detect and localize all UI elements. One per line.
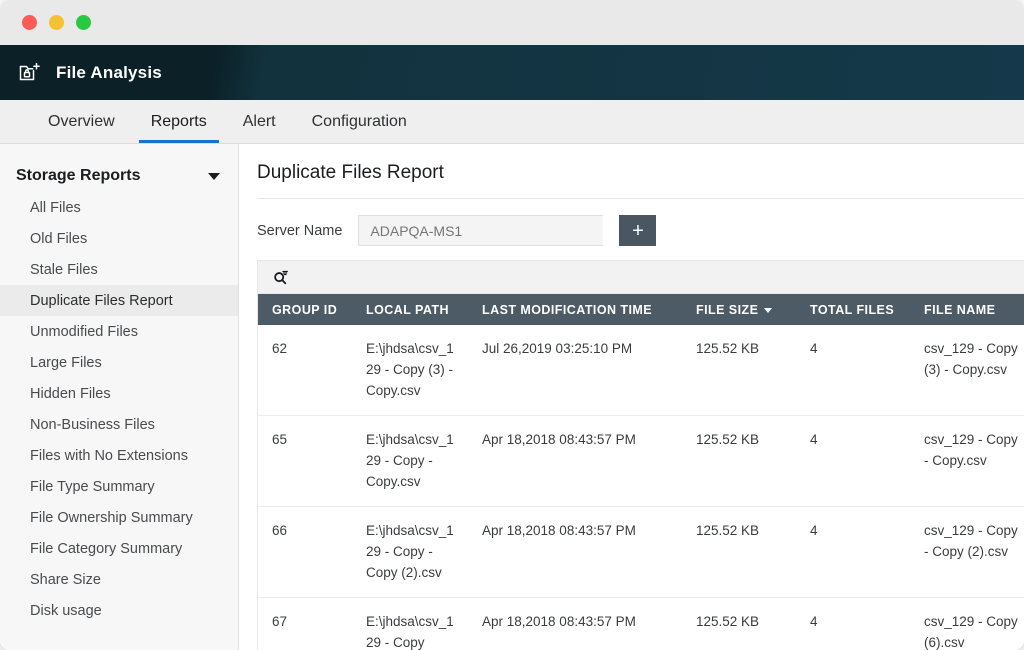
cell-group-id: 62 — [258, 325, 352, 416]
sidebar-item-file-category-summary[interactable]: File Category Summary — [0, 533, 238, 564]
sidebar-item-all-files[interactable]: All Files — [0, 192, 238, 223]
tab-alert[interactable]: Alert — [225, 100, 294, 143]
sidebar-item-duplicate-files-report[interactable]: Duplicate Files Report — [0, 285, 238, 316]
page-title: Duplicate Files Report — [257, 162, 1024, 198]
column-header-group-id[interactable]: GROUP ID — [258, 294, 352, 325]
duplicate-files-table: GROUP ID LOCAL PATH LAST MODIFICATION TI… — [258, 294, 1024, 650]
cell-file-name: csv_129 - Copy (3) - Copy.csv — [910, 325, 1024, 416]
cell-last-modification-time: Apr 18,2018 08:43:57 PM — [468, 507, 682, 598]
sidebar-group-label: Storage Reports — [16, 167, 140, 185]
cell-file-size: 125.52 KB — [682, 507, 796, 598]
table-row[interactable]: 66 E:\jhdsa\csv_129 - Copy - Copy (2).cs… — [258, 507, 1024, 598]
sidebar: Storage Reports All Files Old Files Stal… — [0, 144, 239, 650]
maximize-window-button[interactable] — [76, 15, 91, 30]
table-row[interactable]: 67 E:\jhdsa\csv_129 - Copy (6).csv Apr 1… — [258, 598, 1024, 650]
report-table-container: GROUP ID LOCAL PATH LAST MODIFICATION TI… — [257, 260, 1024, 650]
sidebar-group-storage-reports[interactable]: Storage Reports — [0, 160, 238, 192]
cell-local-path: E:\jhdsa\csv_129 - Copy (6).csv — [352, 598, 468, 650]
tab-configuration[interactable]: Configuration — [294, 100, 425, 143]
column-header-last-modification-time[interactable]: LAST MODIFICATION TIME — [468, 294, 682, 325]
cell-total-files: 4 — [796, 598, 910, 650]
app-body: Storage Reports All Files Old Files Stal… — [0, 144, 1024, 650]
window-titlebar — [0, 0, 1024, 45]
cell-file-size: 125.52 KB — [682, 325, 796, 416]
cell-local-path: E:\jhdsa\csv_129 - Copy (3) - Copy.csv — [352, 325, 468, 416]
sidebar-item-hidden-files[interactable]: Hidden Files — [0, 378, 238, 409]
search-filter-icon[interactable] — [272, 269, 289, 286]
column-header-file-name[interactable]: FILE NAME — [910, 294, 1024, 325]
cell-file-name: csv_129 - Copy - Copy.csv — [910, 416, 1024, 507]
column-label: TOTAL FILES — [810, 303, 894, 317]
cell-file-name: csv_129 - Copy (6).csv — [910, 598, 1024, 650]
server-name-input[interactable] — [358, 215, 603, 246]
sidebar-item-large-files[interactable]: Large Files — [0, 347, 238, 378]
add-server-button[interactable]: + — [619, 215, 656, 246]
cell-local-path: E:\jhdsa\csv_129 - Copy - Copy (2).csv — [352, 507, 468, 598]
main-content: Duplicate Files Report Server Name + — [239, 144, 1024, 650]
cell-total-files: 4 — [796, 325, 910, 416]
sidebar-item-stale-files[interactable]: Stale Files — [0, 254, 238, 285]
column-header-local-path[interactable]: LOCAL PATH — [352, 294, 468, 325]
app-window: File Analysis Overview Reports Alert Con… — [0, 0, 1024, 650]
cell-group-id: 66 — [258, 507, 352, 598]
table-row[interactable]: 62 E:\jhdsa\csv_129 - Copy (3) - Copy.cs… — [258, 325, 1024, 416]
table-row[interactable]: 65 E:\jhdsa\csv_129 - Copy - Copy.csv Ap… — [258, 416, 1024, 507]
sidebar-item-disk-usage[interactable]: Disk usage — [0, 595, 238, 626]
cell-last-modification-time: Apr 18,2018 08:43:57 PM — [468, 598, 682, 650]
sidebar-item-files-with-no-extensions[interactable]: Files with No Extensions — [0, 440, 238, 471]
column-header-total-files[interactable]: TOTAL FILES — [796, 294, 910, 325]
table-body: 62 E:\jhdsa\csv_129 - Copy (3) - Copy.cs… — [258, 325, 1024, 650]
server-filter-row: Server Name + — [257, 199, 1024, 260]
app-header: File Analysis — [0, 45, 1024, 100]
tab-overview[interactable]: Overview — [30, 100, 133, 143]
main-tabbar: Overview Reports Alert Configuration — [0, 100, 1024, 144]
sidebar-item-file-type-summary[interactable]: File Type Summary — [0, 471, 238, 502]
cell-local-path: E:\jhdsa\csv_129 - Copy - Copy.csv — [352, 416, 468, 507]
cell-total-files: 4 — [796, 416, 910, 507]
tab-reports[interactable]: Reports — [133, 100, 225, 143]
table-header-row: GROUP ID LOCAL PATH LAST MODIFICATION TI… — [258, 294, 1024, 325]
column-label: FILE NAME — [924, 303, 995, 317]
sidebar-item-unmodified-files[interactable]: Unmodified Files — [0, 316, 238, 347]
sidebar-item-non-business-files[interactable]: Non-Business Files — [0, 409, 238, 440]
cell-file-name: csv_129 - Copy - Copy (2).csv — [910, 507, 1024, 598]
cell-last-modification-time: Apr 18,2018 08:43:57 PM — [468, 416, 682, 507]
close-window-button[interactable] — [22, 15, 37, 30]
cell-group-id: 67 — [258, 598, 352, 650]
column-header-file-size[interactable]: FILE SIZE — [682, 294, 796, 325]
server-name-label: Server Name — [257, 223, 342, 239]
cell-file-size: 125.52 KB — [682, 598, 796, 650]
column-label: LAST MODIFICATION TIME — [482, 303, 652, 317]
table-toolbar — [258, 261, 1024, 294]
column-label: FILE SIZE — [696, 303, 758, 317]
sort-descending-icon[interactable] — [764, 308, 772, 313]
minimize-window-button[interactable] — [49, 15, 64, 30]
folder-lock-plus-icon — [18, 61, 42, 85]
cell-file-size: 125.52 KB — [682, 416, 796, 507]
sidebar-item-file-ownership-summary[interactable]: File Ownership Summary — [0, 502, 238, 533]
cell-last-modification-time: Jul 26,2019 03:25:10 PM — [468, 325, 682, 416]
cell-group-id: 65 — [258, 416, 352, 507]
sidebar-item-old-files[interactable]: Old Files — [0, 223, 238, 254]
column-label: LOCAL PATH — [366, 303, 449, 317]
app-title: File Analysis — [56, 63, 162, 83]
sidebar-item-share-size[interactable]: Share Size — [0, 564, 238, 595]
cell-total-files: 4 — [796, 507, 910, 598]
chevron-down-icon[interactable] — [208, 173, 220, 180]
column-label: GROUP ID — [272, 303, 337, 317]
table-head: GROUP ID LOCAL PATH LAST MODIFICATION TI… — [258, 294, 1024, 325]
